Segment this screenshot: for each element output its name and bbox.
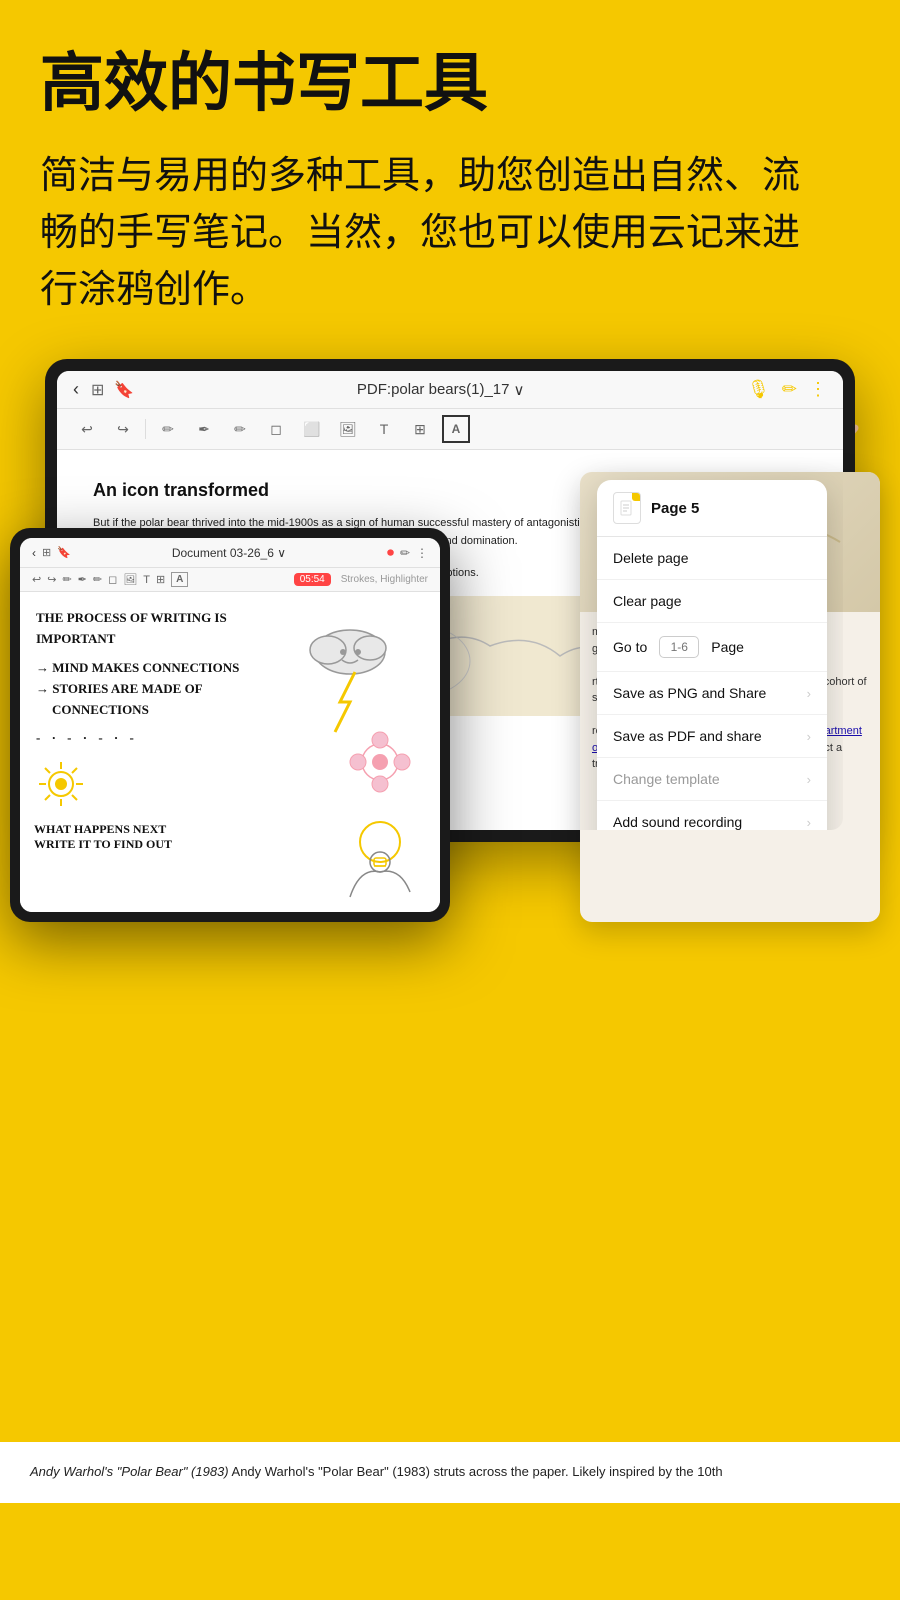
pen-icon[interactable]: ✏ [782,379,797,400]
chevron-icon: › [807,729,811,744]
small-table-tool[interactable]: ⊞ [156,573,165,586]
table-tool[interactable]: ⊞ [406,415,434,443]
sketch-figure [340,847,420,907]
more-icon[interactable]: ⋮ [809,379,827,400]
small-record-icon[interactable]: ⏺ [387,544,394,561]
handwriting-area: THE PROCESS OF WRITING IS IMPORTANT → MI… [20,592,440,912]
small-pencil[interactable]: ✒ [78,573,87,586]
small-undo[interactable]: ↩ [32,573,41,586]
small-tablet-wrap: ‹ ⊞ 🔖 Document 03-26_6 ∨ ⏺ ✏ ⋮ ↩ ↪ ✏ ✒ ✏ [10,528,450,922]
small-bookmark-icon[interactable]: 🔖 [57,546,71,559]
goto-row: Go to Page [613,636,744,658]
small-doc-title[interactable]: Document 03-26_6 ∨ [77,546,381,560]
page-icon [613,492,641,524]
bottom-text: Andy Warhol's "Polar Bear" (1983) Andy W… [30,1462,870,1483]
page-suffix: Page [711,639,744,655]
clear-page-item[interactable]: Clear page [597,580,827,623]
context-menu-header: Page 5 [597,480,827,537]
save-pdf-label: Save as PDF and share [613,728,762,744]
main-title: 高效的书写工具 [40,48,860,118]
small-grid-icon[interactable]: ⊞ [42,546,51,559]
small-img-tool[interactable]: 🖼 [123,573,137,586]
tools-label: Strokes, Highlighter [341,574,428,585]
small-toolbar: ‹ ⊞ 🔖 Document 03-26_6 ∨ ⏺ ✏ ⋮ [20,538,440,568]
chevron-icon: › [807,772,811,787]
delete-page-label: Delete page [613,550,689,566]
tablet-section: ‹ ⊞ 🔖 PDF:polar bears(1)_17 ∨ 🎙 ✏ ⋮ ↩ [0,359,900,842]
redo-button[interactable]: ↪ [109,415,137,443]
pen-tool[interactable]: ✏ [154,415,182,443]
sun-doodle [34,757,89,812]
back-button[interactable]: ‹ [73,379,79,400]
image-tool[interactable]: 🖼 [334,415,362,443]
microphone-icon[interactable]: 🎙 [747,379,770,400]
add-sound-item[interactable]: Add sound recording › [597,801,827,830]
bottom-section: Andy Warhol's "Polar Bear" (1983) Andy W… [0,1442,900,1503]
small-font-tool[interactable]: A [171,572,188,587]
change-template-label: Change template [613,771,720,787]
small-more-icon[interactable]: ⋮ [416,546,428,560]
font-tool[interactable]: A [442,415,470,443]
goto-page-item[interactable]: Go to Page [597,623,827,672]
clear-page-label: Clear page [613,593,682,609]
context-menu: Page 5 Delete page Clear page Go to Page [597,480,827,830]
page-title: Page 5 [651,500,699,517]
timer-badge: 05:54 [294,573,331,586]
small-redo[interactable]: ↪ [47,573,56,586]
text-tool[interactable]: T [370,415,398,443]
add-sound-label: Add sound recording [613,814,742,830]
small-pen-draw[interactable]: ✏ [62,573,71,586]
save-png-label: Save as PNG and Share [613,685,766,701]
toolbar-right: 🎙 ✏ ⋮ [747,379,827,400]
change-template-item[interactable]: Change template › [597,758,827,801]
bookmark-icon[interactable]: 🔖 [114,380,134,400]
tablet-toolbar: ‹ ⊞ 🔖 PDF:polar bears(1)_17 ∨ 🎙 ✏ ⋮ [57,371,843,409]
select-tool[interactable]: ⬜ [298,415,326,443]
save-pdf-item[interactable]: Save as PDF and share › [597,715,827,758]
eraser-tool[interactable]: ◻ [262,415,290,443]
header-section: 高效的书写工具 简洁与易用的多种工具，助您创造出自然、流畅的手写笔记。当然，您也… [0,0,900,339]
small-tablet-screen: ‹ ⊞ 🔖 Document 03-26_6 ∨ ⏺ ✏ ⋮ ↩ ↪ ✏ ✒ ✏ [20,538,440,912]
save-png-item[interactable]: Save as PNG and Share › [597,672,827,715]
goto-input[interactable] [659,636,699,658]
hw-write-it: WRITE IT TO FIND OUT [34,837,172,852]
small-highlight[interactable]: ✏ [93,573,102,586]
small-eraser[interactable]: ◻ [108,573,117,586]
goto-label: Go to [613,639,647,655]
small-pen-icon[interactable]: ✏ [400,546,410,560]
hw-what-happens: WHAT HAPPENS NEXT [34,822,172,837]
toolbar-icons: ⊞ 🔖 [91,380,134,400]
document-title[interactable]: PDF:polar bears(1)_17 ∨ [142,381,739,399]
pencil-tool[interactable]: ✒ [190,415,218,443]
chevron-icon: › [807,815,811,830]
drawing-toolbar: ↩ ↪ ✏ ✒ ✏ ◻ ⬜ 🖼 T ⊞ A [57,409,843,450]
small-text-tool[interactable]: T [143,574,150,586]
undo-button[interactable]: ↩ [73,415,101,443]
small-draw-toolbar: ↩ ↪ ✏ ✒ ✏ ◻ 🖼 T ⊞ A 05:54 Strokes, Highl… [20,568,440,592]
highlighter-tool[interactable]: ✏ [226,415,254,443]
small-back-icon[interactable]: ‹ [32,546,36,560]
small-tablet: ‹ ⊞ 🔖 Document 03-26_6 ∨ ⏺ ✏ ⋮ ↩ ↪ ✏ ✒ ✏ [10,528,450,922]
grid-icon[interactable]: ⊞ [91,380,104,400]
warhol-italic: Andy Warhol's "Polar Bear" (1983) [30,1464,229,1479]
hw-bottom: WHAT HAPPENS NEXT WRITE IT TO FIND OUT [34,822,172,852]
subtitle: 简洁与易用的多种工具，助您创造出自然、流畅的手写笔记。当然，您也可以使用云记来进… [40,148,800,319]
delete-page-item[interactable]: Delete page [597,537,827,580]
chevron-icon: › [807,686,811,701]
